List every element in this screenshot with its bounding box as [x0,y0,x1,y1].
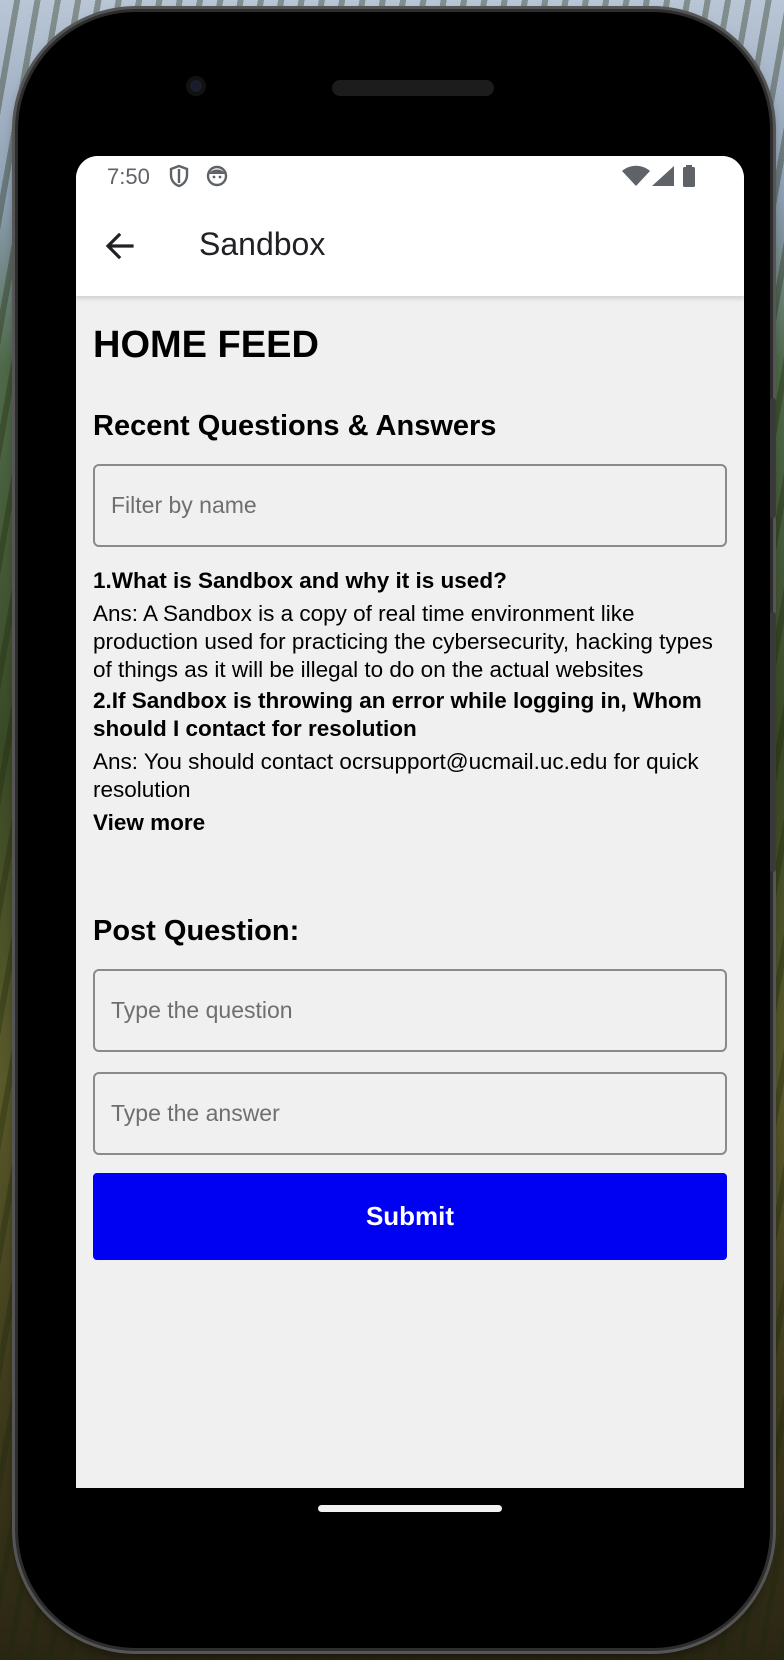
qa-item: 1.What is Sandbox and why it is used? An… [93,567,727,684]
front-camera [186,76,206,96]
answer-text: Ans: You should contact ocrsupport@ucmai… [93,749,699,802]
post-question-heading: Post Question: [93,915,300,947]
volume-button [770,398,776,518]
home-feed-content: HOME FEED Recent Questions & Answers 1.W… [76,322,744,1260]
qa-item: 2.If Sandbox is throwing an error while … [93,687,727,804]
battery-icon [683,165,695,187]
screen: 7:50 Sandbox HOME FEED Recent Questions … [76,156,744,1488]
filter-input[interactable] [93,464,727,547]
signal-icon [652,166,674,186]
app-bar: Sandbox [76,196,744,296]
question-text: 1.What is Sandbox and why it is used? [93,568,507,593]
earpiece-speaker [332,80,494,96]
view-more-link[interactable]: View more [93,809,727,837]
question-input[interactable] [93,969,727,1052]
submit-button[interactable]: Submit [93,1173,727,1260]
face-icon [206,165,228,187]
arrow-back-icon[interactable] [98,224,142,268]
question-text: 2.If Sandbox is throwing an error while … [93,688,702,741]
power-button [770,612,776,872]
qa-list: 1.What is Sandbox and why it is used? An… [93,567,727,837]
status-bar: 7:50 [76,156,744,196]
phone-frame: 7:50 Sandbox HOME FEED Recent Questions … [18,12,776,1648]
page-title: HOME FEED [93,324,319,366]
answer-input[interactable] [93,1072,727,1155]
recent-qa-heading: Recent Questions & Answers [93,410,497,442]
app-title: Sandbox [199,226,326,262]
wifi-icon [622,165,650,186]
answer-text: Ans: A Sandbox is a copy of real time en… [93,601,713,682]
home-indicator[interactable] [318,1505,502,1512]
status-time: 7:50 [107,164,150,189]
shield-icon [169,164,189,188]
